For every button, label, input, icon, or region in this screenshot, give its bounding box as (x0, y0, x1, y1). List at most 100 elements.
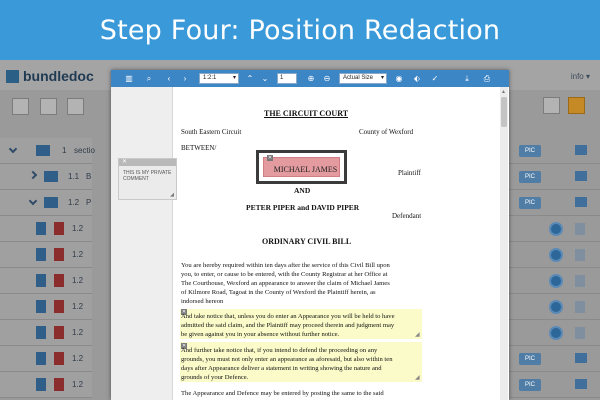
row-actions: PIC (505, 346, 600, 372)
circuit-label: South Eastern Circuit (181, 128, 242, 136)
tree-row[interactable]: 1.2 P (0, 190, 92, 216)
chevron-right-icon (28, 170, 38, 180)
page-number-input[interactable]: 1 (277, 73, 297, 84)
previous-icon[interactable]: ‹ (163, 70, 175, 87)
county-label: County of Wexford (359, 128, 414, 136)
court-heading: THE CIRCUIT COURT (264, 109, 349, 118)
text-line: admitted the said claim, and the Plainti… (181, 322, 395, 329)
resize-grip-icon[interactable]: ◢ (415, 331, 420, 338)
redacted-name: MICHAEL JAMES (273, 165, 338, 174)
row-actions (505, 216, 600, 242)
tree-row[interactable]: 1.2 (0, 268, 92, 294)
view-icon[interactable] (549, 248, 563, 262)
between-label: BETWEEN/ (181, 144, 217, 152)
edit-icon[interactable] (575, 249, 585, 261)
chevron-down-icon (8, 144, 18, 154)
logo-mark-icon (6, 69, 19, 83)
folder-tool-icon[interactable] (12, 98, 29, 115)
and-label: AND (294, 186, 311, 195)
edit-icon[interactable] (575, 301, 585, 313)
tree-row[interactable]: 1.2 (0, 320, 92, 346)
refresh-tool-icon[interactable] (543, 97, 560, 114)
bill-title: ORDINARY CIVIL BILL (262, 237, 352, 246)
tree-row[interactable]: 1.2 (0, 216, 92, 242)
folder-icon[interactable] (575, 353, 587, 363)
tree-row[interactable]: 1.2 (0, 372, 92, 398)
edit-icon[interactable] (575, 327, 585, 339)
chevron-down-icon (28, 196, 38, 206)
pic-badge[interactable]: PIC (519, 145, 541, 157)
folder-icon (44, 197, 58, 208)
check-icon[interactable]: ✓ (429, 70, 441, 87)
pic-badge[interactable]: PIC (519, 171, 541, 183)
folder-icon[interactable] (575, 171, 587, 181)
tree-row[interactable]: 1.2 (0, 294, 92, 320)
view-icon[interactable] (549, 326, 563, 340)
viewer-scrollbar[interactable]: ▲ (500, 87, 508, 400)
close-icon[interactable]: ✕ (267, 155, 273, 161)
upload-tool-icon[interactable] (40, 98, 57, 115)
logo-text: bundledoc (23, 68, 94, 84)
private-comment-note[interactable]: ✕ THIS IS MY PRIVATE COMMENT ◢ (118, 158, 177, 200)
scroll-up-icon[interactable]: ▲ (501, 89, 506, 95)
comment-text[interactable]: THIS IS MY PRIVATE COMMENT (123, 170, 175, 182)
resize-grip-icon[interactable]: ◢ (415, 374, 420, 381)
view-icon[interactable] (549, 274, 563, 288)
redaction-box[interactable]: MICHAEL JAMES ✕ (256, 150, 347, 184)
pdf-icon (54, 326, 64, 339)
tree-row[interactable]: 1.2 (0, 242, 92, 268)
eye-icon[interactable]: ◉ (393, 70, 405, 87)
view-icon[interactable] (549, 300, 563, 314)
page-down-icon[interactable]: ⌄ (259, 70, 271, 87)
resize-grip-icon[interactable]: ◢ (170, 192, 174, 198)
document-icon (36, 222, 46, 235)
tree-row[interactable]: 1 sectio (0, 138, 95, 164)
row-actions: PIC (505, 190, 600, 216)
row-actions: PIC (505, 372, 600, 398)
document-icon (36, 326, 46, 339)
page-label-select[interactable]: 1:2:1 ▾ (199, 73, 239, 84)
tree-row[interactable]: 1.1 B (0, 164, 92, 190)
viewer-toolbar: ▥ ⌕ ‹ › 1:2:1 ▾ ⌃ ⌄ 1 ⊕ ⊖ Actual Size ▾ ◉ … (111, 70, 509, 87)
pic-badge[interactable]: PIC (519, 353, 541, 365)
text-line: And take notice that, unless you do ente… (181, 313, 395, 320)
zoom-select[interactable]: Actual Size ▾ (339, 73, 387, 84)
pdf-icon (54, 378, 64, 391)
print-icon[interactable]: ⎙ (481, 70, 493, 87)
banner-title: Step Four: Position Redaction (99, 14, 501, 46)
document-icon (36, 378, 46, 391)
row-actions (505, 268, 600, 294)
folder-icon[interactable] (575, 379, 587, 389)
view-icon[interactable] (549, 222, 563, 236)
info-menu[interactable]: info ▾ (571, 72, 590, 81)
next-icon[interactable]: › (179, 70, 191, 87)
redaction-fill[interactable]: MICHAEL JAMES (263, 157, 340, 177)
tree-row[interactable]: 1.2 (0, 346, 92, 372)
pdf-icon (54, 352, 64, 365)
pdf-icon (54, 222, 64, 235)
page-up-icon[interactable]: ⌃ (244, 70, 256, 87)
tag-icon[interactable]: ⬖ (411, 70, 423, 87)
scroll-thumb[interactable] (501, 97, 507, 127)
pdf-icon (54, 300, 64, 313)
folder-icon[interactable] (575, 145, 587, 155)
text-line: You are hereby required within ten days … (181, 262, 390, 269)
tree-tool-icon[interactable] (67, 98, 84, 115)
zoom-in-icon[interactable]: ⊕ (305, 70, 317, 87)
defendants-names: PETER PIPER and DAVID PIPER (246, 203, 360, 212)
pic-badge[interactable]: PIC (519, 197, 541, 209)
folder-icon[interactable] (575, 197, 587, 207)
text-line: of Kilmore Road, Tagoat in the County of… (181, 289, 376, 296)
close-icon[interactable]: ✕ (122, 159, 127, 166)
edit-icon[interactable] (575, 223, 585, 235)
search-icon[interactable]: ⌕ (143, 70, 155, 87)
folder-icon (36, 145, 50, 156)
text-line: days after Appearance deliver a statemen… (181, 365, 382, 372)
edit-icon[interactable] (575, 275, 585, 287)
help-tool-icon[interactable] (568, 97, 585, 114)
pic-badge[interactable]: PIC (519, 379, 541, 391)
sidebar-toggle-icon[interactable]: ▥ (123, 70, 135, 87)
plaintiff-label: Plaintiff (398, 169, 421, 177)
zoom-out-icon[interactable]: ⊖ (321, 70, 333, 87)
download-icon[interactable]: ⤓ (461, 70, 473, 87)
